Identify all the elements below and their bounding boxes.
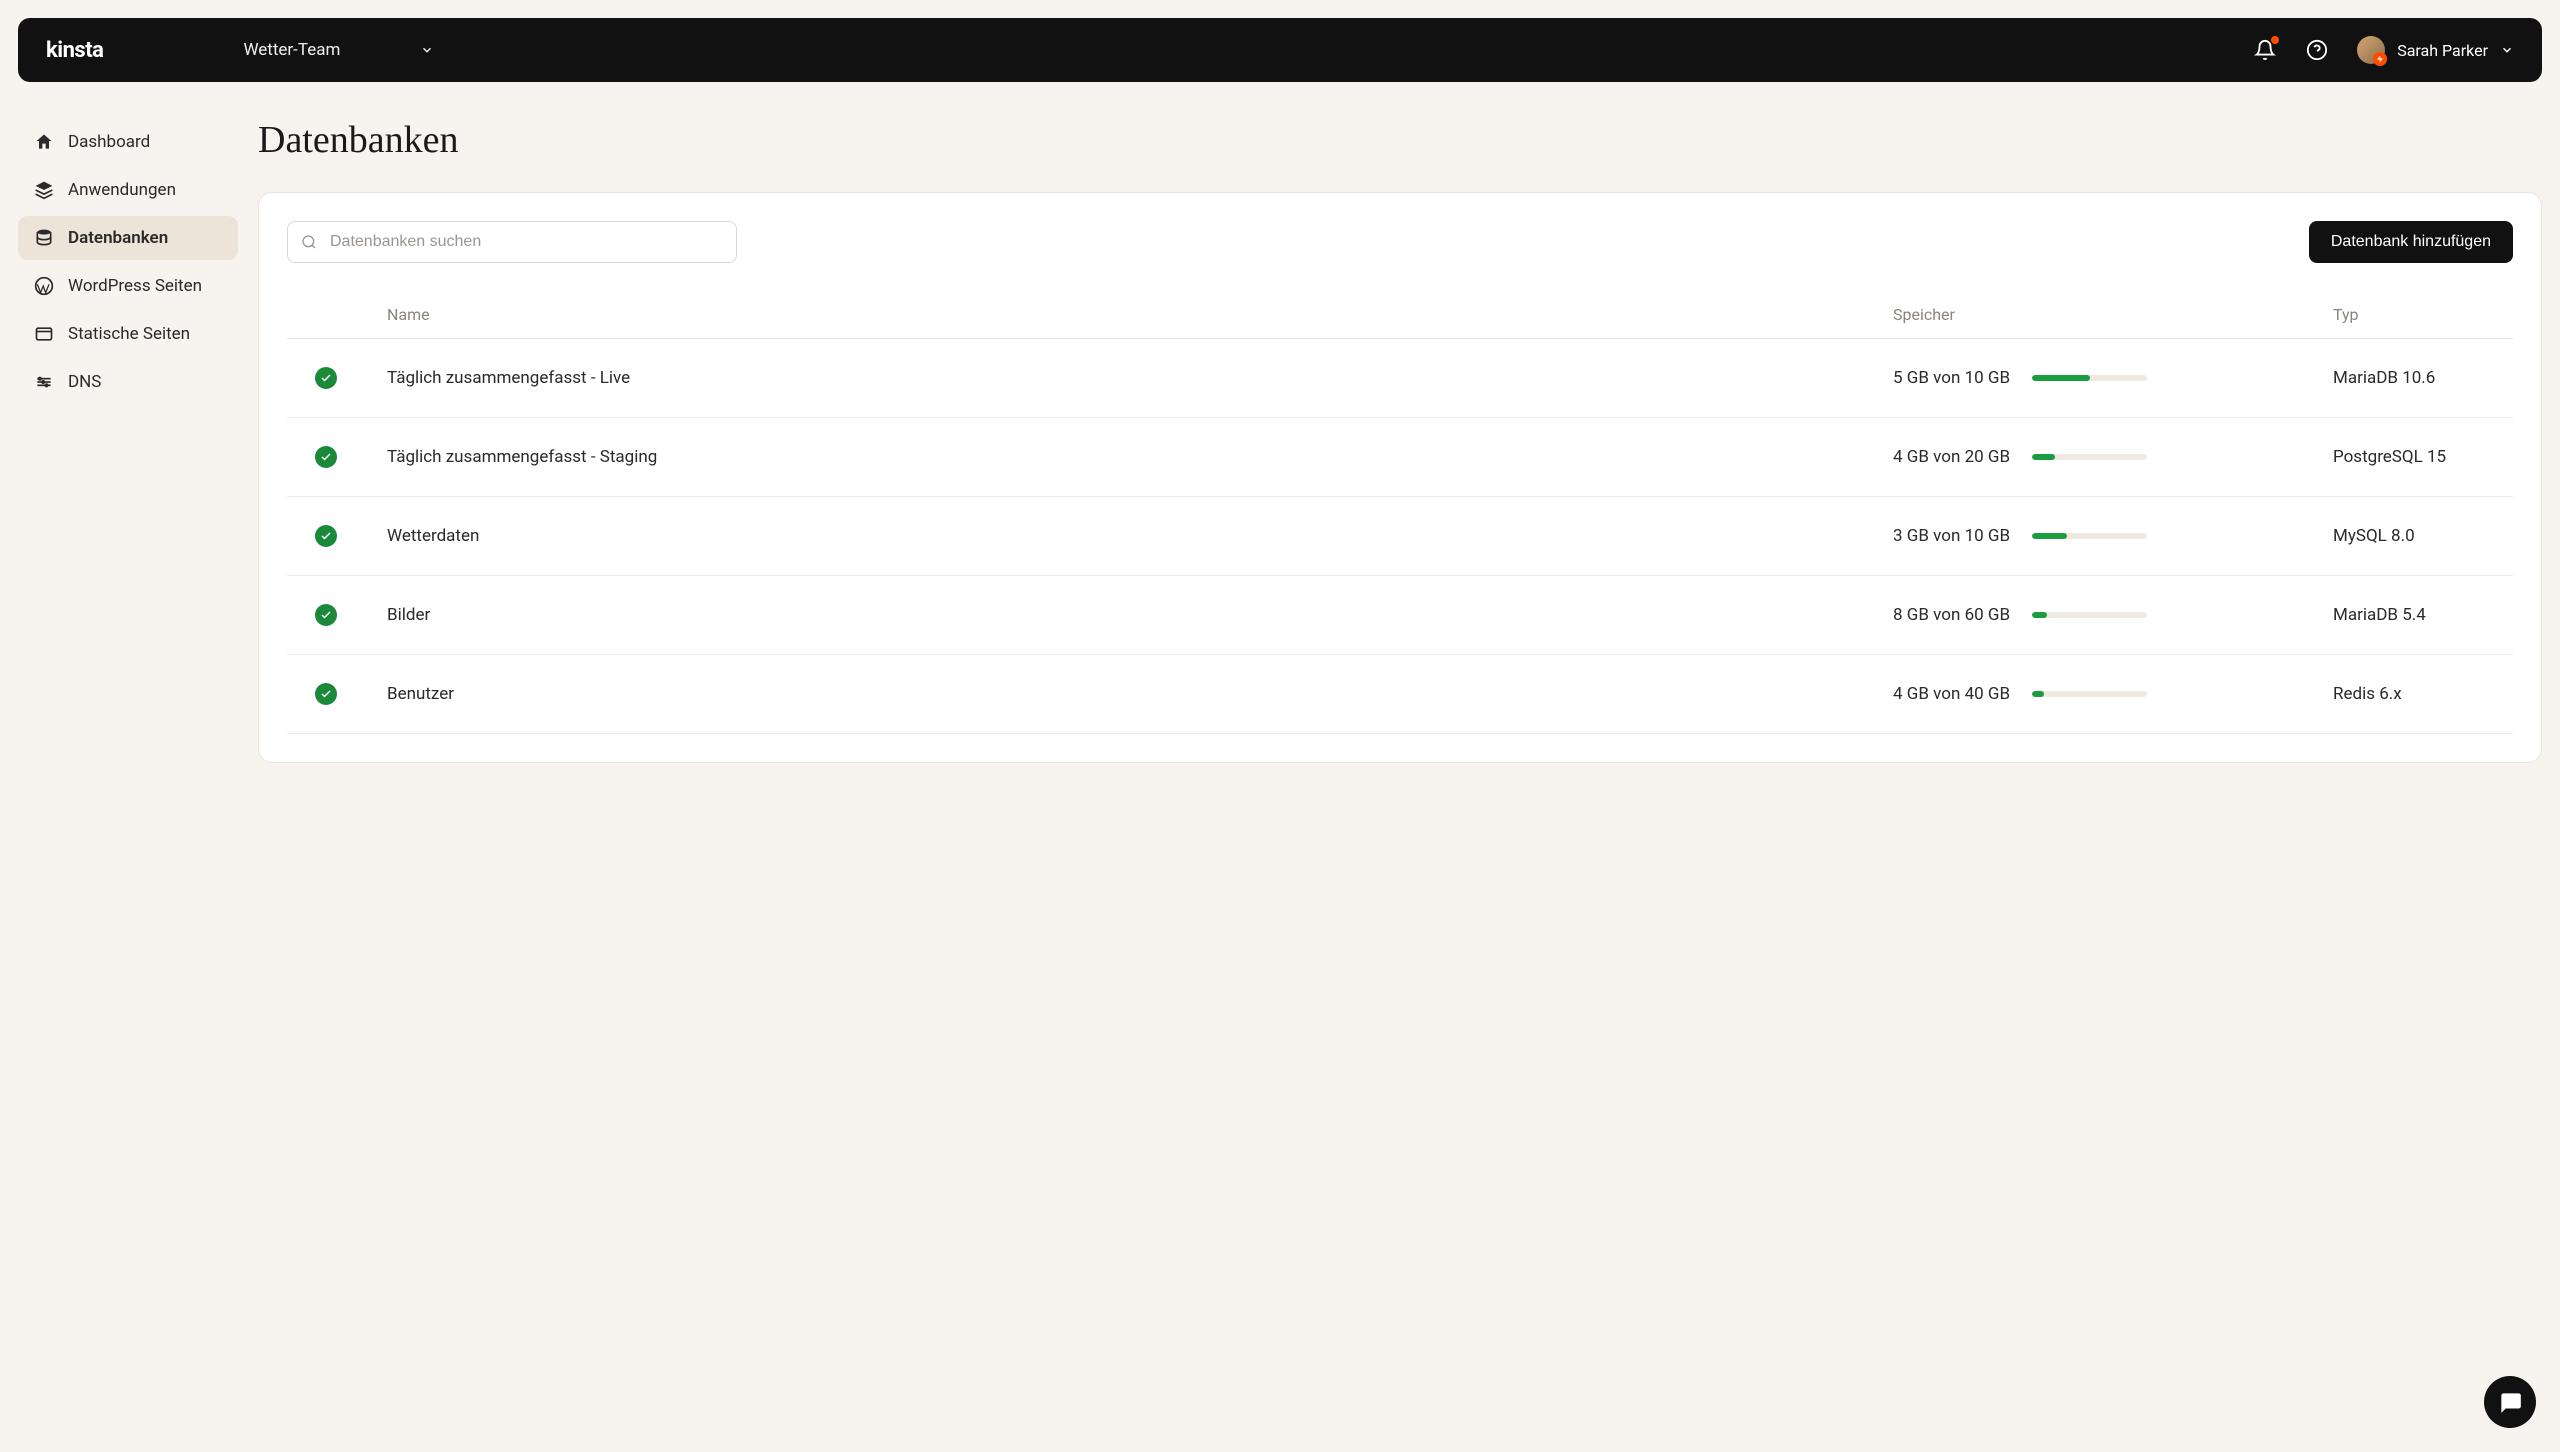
table-header: Name Speicher Typ [287,291,2513,339]
table-row[interactable]: Benutzer 4 GB von 40 GB Redis 6.x [287,655,2513,734]
sidebar: Dashboard Anwendungen Datenbanken WordPr… [18,100,238,763]
dns-icon [34,372,54,392]
sidebar-item-label: Datenbanken [68,228,168,248]
db-type: Redis 6.x [2333,684,2513,704]
team-selector[interactable]: Wetter-Team [243,40,434,60]
sidebar-item-wordpress-seiten[interactable]: WordPress Seiten [18,264,238,308]
db-name: Wetterdaten [387,526,1893,546]
databases-table: Name Speicher Typ Täglich zusammengefass… [287,291,2513,734]
sidebar-item-label: Dashboard [68,132,150,152]
sidebar-item-label: Statische Seiten [68,324,190,344]
db-type: MariaDB 10.6 [2333,368,2513,388]
storage-progress [2032,691,2147,697]
table-row[interactable]: Wetterdaten 3 GB von 10 GB MySQL 8.0 [287,497,2513,576]
avatar [2357,36,2385,64]
storage-text: 4 GB von 40 GB [1893,684,2018,704]
sidebar-item-label: DNS [68,372,101,392]
team-name: Wetter-Team [243,40,340,60]
avatar-badge-icon [2373,52,2387,66]
sidebar-item-datenbanken[interactable]: Datenbanken [18,216,238,260]
database-icon [34,228,54,248]
sidebar-item-label: Anwendungen [68,180,176,200]
notifications-button[interactable] [2253,38,2277,62]
sidebar-item-label: WordPress Seiten [68,276,202,296]
db-name: Täglich zusammengefasst - Live [387,368,1893,388]
db-type: PostgreSQL 15 [2333,447,2513,467]
storage-text: 5 GB von 10 GB [1893,368,2018,388]
storage-progress [2032,375,2147,381]
status-ok-icon [315,525,337,547]
card-header: Datenbank hinzufügen [287,221,2513,263]
status-ok-icon [315,367,337,389]
user-menu[interactable]: Sarah Parker [2357,36,2514,64]
storage-text: 4 GB von 20 GB [1893,447,2018,467]
search-icon [301,234,317,250]
storage-progress [2032,454,2147,460]
storage-text: 3 GB von 10 GB [1893,526,2018,546]
db-type: MariaDB 5.4 [2333,605,2513,625]
sidebar-item-anwendungen[interactable]: Anwendungen [18,168,238,212]
storage-progress [2032,612,2147,618]
storage-progress [2032,533,2147,539]
status-ok-icon [315,446,337,468]
chevron-down-icon [420,43,434,57]
table-row[interactable]: Täglich zusammengefasst - Live 5 GB von … [287,339,2513,418]
db-name: Bilder [387,605,1893,625]
help-button[interactable] [2305,38,2329,62]
layers-icon [34,180,54,200]
db-name: Täglich zusammengefasst - Staging [387,447,1893,467]
search-input[interactable] [287,221,737,263]
home-icon [34,132,54,152]
status-ok-icon [315,683,337,705]
db-name: Benutzer [387,684,1893,704]
sidebar-item-statische-seiten[interactable]: Statische Seiten [18,312,238,356]
db-type: MySQL 8.0 [2333,526,2513,546]
col-storage: Speicher [1893,305,2333,324]
chat-button[interactable] [2484,1376,2536,1428]
main: Datenbanken Datenbank hinzufügen Name Sp… [258,100,2542,763]
col-type: Typ [2333,305,2513,324]
sidebar-item-dashboard[interactable]: Dashboard [18,120,238,164]
databases-card: Datenbank hinzufügen Name Speicher Typ T… [258,192,2542,763]
add-database-button[interactable]: Datenbank hinzufügen [2309,221,2513,263]
col-name: Name [387,305,1893,324]
topbar: kinsta Wetter-Team Sarah Parker [18,18,2542,82]
status-ok-icon [315,604,337,626]
search-box [287,221,737,263]
table-row[interactable]: Täglich zusammengefasst - Staging 4 GB v… [287,418,2513,497]
wp-icon [34,276,54,296]
table-row[interactable]: Bilder 8 GB von 60 GB MariaDB 5.4 [287,576,2513,655]
storage-text: 8 GB von 60 GB [1893,605,2018,625]
user-name: Sarah Parker [2397,41,2488,60]
page-title: Datenbanken [258,118,2542,162]
notification-dot [2271,36,2279,44]
window-icon [34,324,54,344]
chevron-down-icon [2500,43,2514,57]
sidebar-item-dns[interactable]: DNS [18,360,238,404]
topbar-right: Sarah Parker [2253,36,2514,64]
logo: kinsta [46,38,103,63]
